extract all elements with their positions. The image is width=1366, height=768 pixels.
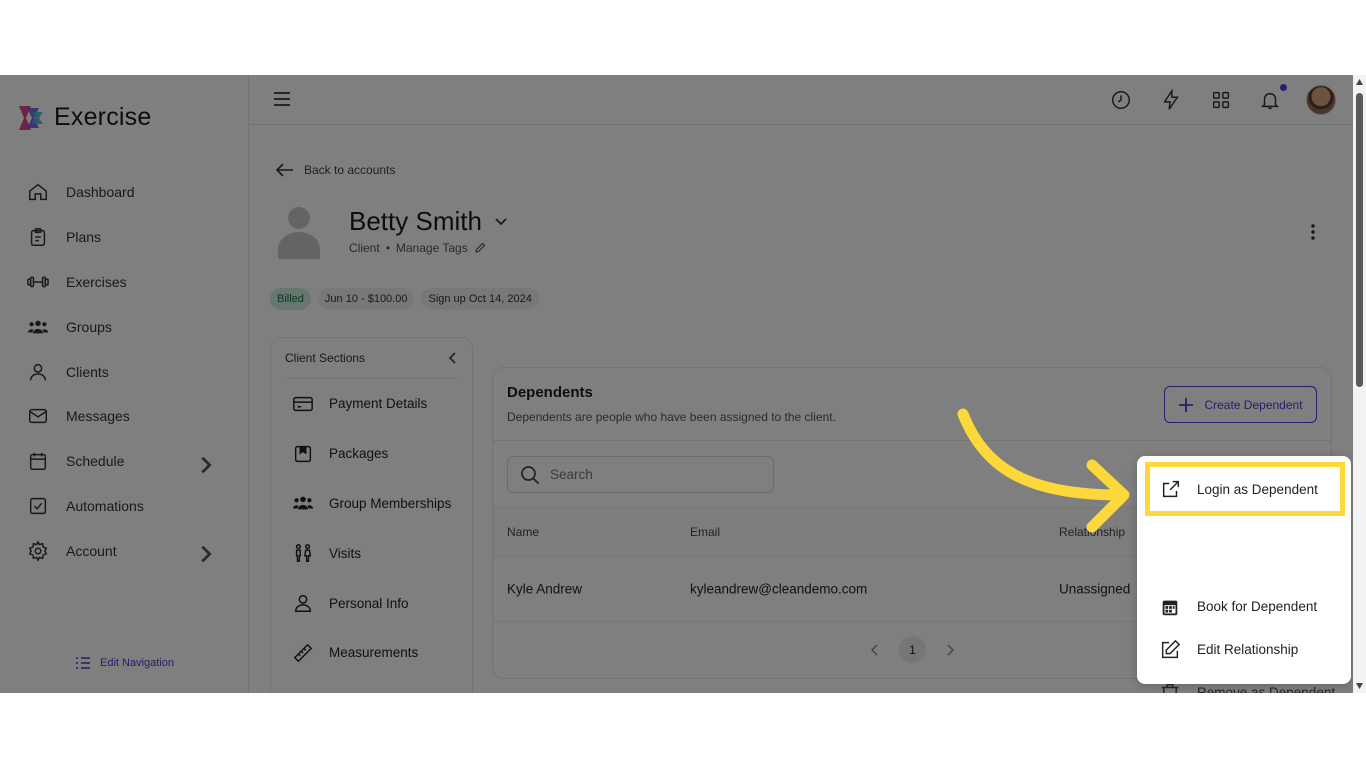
scrollbar[interactable]	[1353, 75, 1366, 693]
calendar-icon	[1162, 600, 1178, 615]
external-link-icon	[1162, 480, 1180, 498]
scroll-up-icon[interactable]	[1355, 78, 1364, 86]
menu-item-label: Edit Relationship	[1197, 642, 1299, 657]
menu-item-label: Book for Dependent	[1197, 599, 1318, 614]
trash-icon	[1161, 683, 1179, 693]
edit-icon	[1161, 639, 1181, 658]
menu-item-remove-as-dependent[interactable]: Remove as Dependent	[1137, 671, 1351, 693]
app-frame: Exercise Dashboard Plans Exercises Group…	[0, 75, 1366, 693]
scroll-thumb[interactable]	[1356, 93, 1363, 387]
highlighted-label: Login as Dependent	[1197, 481, 1318, 497]
scroll-down-icon[interactable]	[1355, 682, 1364, 690]
highlighted-login-as-dependent[interactable]: Login as Dependent	[1145, 462, 1345, 516]
menu-item-label: Remove as Dependent	[1197, 685, 1336, 693]
menu-item-book-for-dependent[interactable]: Book for Dependent	[1137, 585, 1351, 628]
menu-item-edit-relationship[interactable]: Edit Relationship	[1137, 628, 1351, 671]
